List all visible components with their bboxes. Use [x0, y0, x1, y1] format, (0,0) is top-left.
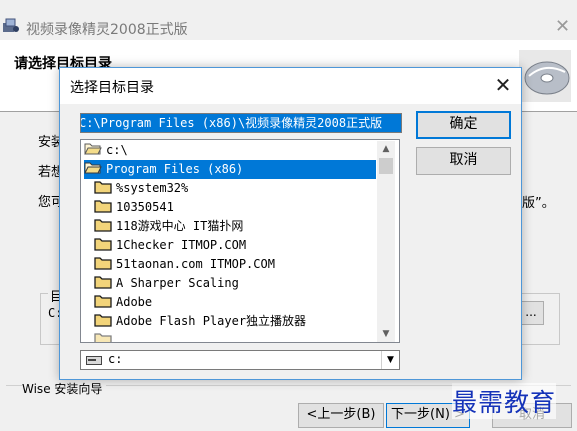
tree-item[interactable]: Adobe Flash Player独立播放器: [94, 312, 306, 331]
folder-icon: [94, 238, 112, 251]
folder-icon: [94, 219, 112, 232]
tree-item-selected[interactable]: Program Files (x86): [84, 160, 376, 179]
folder-icon: [94, 181, 112, 194]
tree-item-label: Program Files (x86): [106, 162, 244, 176]
tree-item-label: Adobe Flash Player独立播放器: [116, 314, 307, 328]
tree-item-label: 51taonan.com ITMOP.COM: [116, 257, 275, 271]
dialog-cancel-button[interactable]: 取消: [416, 147, 511, 175]
tree-item-label: Adobe: [116, 295, 153, 309]
tree-item-label: A Sharper Scaling: [116, 276, 239, 290]
drive-select-value: c:: [108, 352, 123, 366]
wizard-brand: Wise 安装向导: [22, 380, 107, 397]
ok-button[interactable]: 确定: [416, 111, 511, 139]
path-input-value: C:\Program Files (x86)\视频录像精灵2008正式版: [81, 114, 401, 132]
dialog-title: 选择目标目录: [70, 80, 154, 96]
watermark-logo: 最需教育: [452, 383, 557, 419]
tree-item[interactable]: Adobe: [94, 293, 152, 312]
folder-icon: [94, 200, 112, 213]
open-folder-icon: [84, 162, 102, 174]
app-icon: [3, 18, 19, 32]
tree-item-label: c:\: [106, 143, 128, 157]
dialog-titlebar: 选择目标目录 ✕: [60, 68, 521, 104]
dialog-close-icon[interactable]: ✕: [490, 72, 516, 98]
wizard-body-suffix: 版”。: [522, 196, 555, 211]
folder-icon: [94, 333, 112, 342]
folder-icon: [94, 276, 112, 289]
tree-item-label: 10350541: [116, 200, 174, 214]
tree-item[interactable]: 51taonan.com ITMOP.COM: [94, 255, 275, 274]
tree-item[interactable]: 1Checker ITMOP.COM: [94, 236, 246, 255]
select-directory-dialog: 选择目标目录 ✕ C:\Program Files (x86)\视频录像精灵20…: [59, 67, 522, 380]
back-button[interactable]: <上一步(B): [298, 403, 384, 428]
chevron-down-icon[interactable]: ▼: [381, 351, 399, 369]
open-folder-icon: [84, 143, 102, 155]
scroll-thumb[interactable]: [379, 158, 393, 174]
folder-icon: [94, 295, 112, 308]
drive-select[interactable]: c: ▼: [80, 350, 400, 370]
tree-item-root[interactable]: c:\: [84, 141, 128, 160]
wizard-title: 视频录像精灵2008正式版: [26, 22, 188, 38]
tree-item[interactable]: %system32%: [94, 179, 188, 198]
tree-scrollbar[interactable]: ▲ ▼: [377, 141, 395, 342]
scroll-up-icon[interactable]: ▲: [377, 141, 395, 158]
folder-icon: [94, 257, 112, 270]
tree-item-label: 1Checker ITMOP.COM: [116, 238, 247, 252]
tree-item[interactable]: 118游戏中心 IT猫扑网: [94, 217, 243, 236]
folder-icon: [94, 314, 112, 327]
directory-tree[interactable]: c:\ Program Files (x86) %system32% 10350…: [80, 139, 400, 343]
tree-item-label: 118游戏中心 IT猫扑网: [116, 219, 244, 233]
cd-disc-icon: [519, 50, 571, 102]
tree-item-partial: [94, 331, 116, 342]
path-input[interactable]: C:\Program Files (x86)\视频录像精灵2008正式版: [80, 113, 402, 133]
scroll-down-icon[interactable]: ▼: [377, 326, 395, 342]
tree-item[interactable]: A Sharper Scaling: [94, 274, 239, 293]
wizard-close-icon[interactable]: ✕: [555, 16, 570, 37]
tree-item-label: %system32%: [116, 181, 189, 195]
tree-item[interactable]: 10350541: [94, 198, 174, 217]
drive-icon: [86, 356, 102, 365]
